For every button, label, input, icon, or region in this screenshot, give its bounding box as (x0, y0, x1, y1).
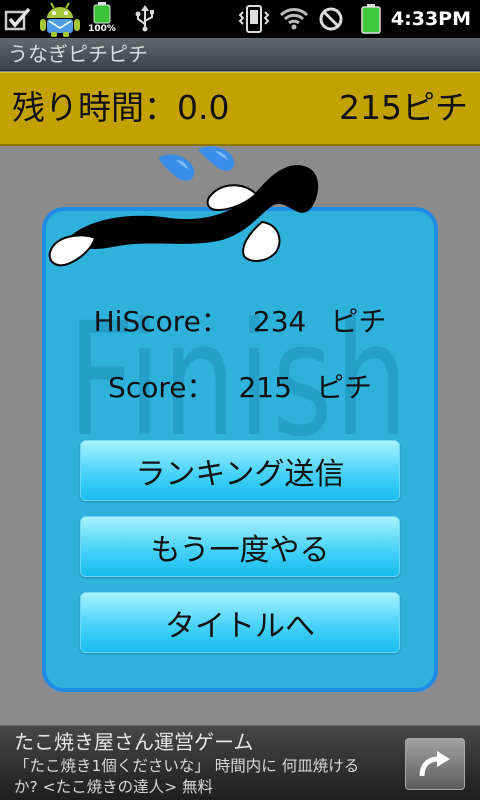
hiscore-row: HiScore： 234 ピチ (46, 302, 434, 342)
remaining-time: 残り時間：0.0 (12, 88, 229, 128)
status-bar: 100% 4:33PM (0, 0, 480, 38)
ad-open-button[interactable] (405, 738, 465, 790)
hiscore-unit: ピチ (330, 305, 387, 338)
eel-illustration (48, 146, 319, 267)
send-ranking-button[interactable]: ランキング送信 (80, 440, 400, 501)
current-score: 215ピチ (339, 88, 468, 128)
hiscore-label: HiScore： (93, 305, 229, 338)
remaining-time-label: 残り時間： (12, 88, 177, 127)
score-label: Score： (108, 371, 215, 404)
checkbox-icon (4, 7, 31, 31)
water-drop-icon (158, 146, 235, 181)
ad-description-line-1: 「たこ焼き1個くださいな」 時間内に 何皿焼ける (14, 757, 360, 775)
no-signal-icon (319, 7, 343, 31)
ad-banner[interactable]: たこ焼き屋さん運営ゲーム 「たこ焼き1個くださいな」 時間内に 何皿焼ける か?… (0, 725, 480, 800)
status-clock: 4:33PM (390, 8, 471, 30)
hiscore-value: 234 (252, 305, 307, 338)
arrow-icon (419, 751, 450, 777)
app-title-bar: うなぎピチピチ (0, 38, 480, 71)
battery-percent-label: 100% (88, 24, 116, 34)
back-to-title-label: タイトルへ (165, 608, 315, 644)
current-score-value: 215 (339, 88, 402, 127)
score-value: 215 (238, 371, 292, 404)
score-unit: ピチ (315, 371, 372, 404)
android-icon (40, 2, 80, 37)
play-again-label: もう一度やる (150, 532, 330, 568)
game-hud: 残り時間：0.0 215ピチ (0, 72, 480, 146)
ad-description-line-2: か? <たこ焼きの達人> 無料 (14, 778, 214, 796)
usb-icon (135, 5, 154, 32)
battery-full-icon (93, 2, 111, 24)
result-dialog: Finish HiScore： 234 ピチ Score： 215 ピチ ランキ… (42, 207, 438, 692)
score-row: Score： 215 ピチ (46, 368, 434, 408)
ad-title: たこ焼き屋さん運営ゲーム (14, 730, 254, 754)
remaining-time-value: 0.0 (177, 88, 230, 127)
current-score-unit: ピチ (402, 88, 468, 127)
vibrate-icon (238, 5, 270, 33)
wifi-icon (279, 8, 309, 30)
play-again-button[interactable]: もう一度やる (80, 516, 400, 577)
battery-icon (361, 4, 381, 34)
send-ranking-label: ランキング送信 (135, 456, 345, 492)
back-to-title-button[interactable]: タイトルへ (80, 592, 400, 653)
app-title: うなぎピチピチ (8, 42, 148, 66)
